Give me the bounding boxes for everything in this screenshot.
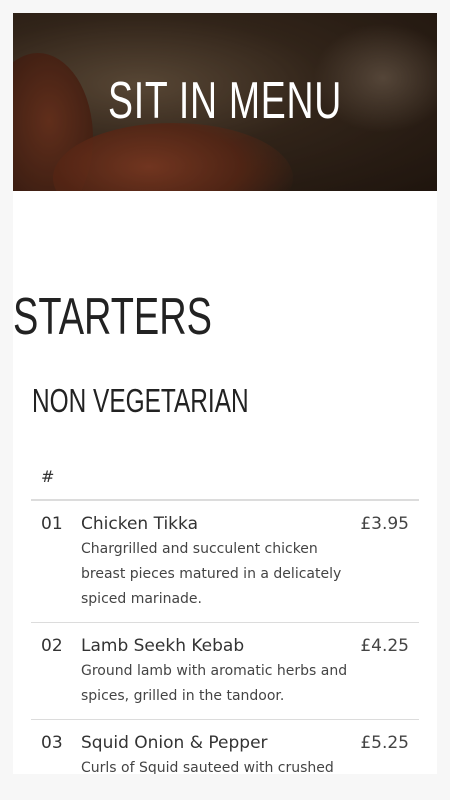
item-price: £4.25: [360, 636, 409, 656]
menu-page: SIT IN MENU STARTERS NON VEGETARIAN # 01…: [13, 13, 437, 774]
menu-table: # 01 Chicken Tikka Chargrilled and succu…: [31, 463, 419, 774]
item-info: Squid Onion & Pepper Curls of Squid saut…: [81, 720, 351, 774]
header-number-column: #: [41, 467, 55, 486]
item-number: 02: [41, 636, 63, 656]
item-price: £3.95: [360, 514, 409, 534]
item-info: Lamb Seekh Kebab Ground lamb with aromat…: [81, 623, 351, 719]
item-name: Chicken Tikka: [81, 514, 198, 534]
table-row: 02 Lamb Seekh Kebab Ground lamb with aro…: [31, 623, 419, 720]
item-description: Curls of Squid sauteed with crushed: [81, 760, 334, 774]
item-name: Lamb Seekh Kebab: [81, 636, 245, 656]
item-info: Chicken Tikka Chargrilled and succulent …: [81, 501, 351, 622]
item-description: Ground lamb with aromatic herbs and spic…: [81, 663, 348, 704]
table-row: 03 Squid Onion & Pepper Curls of Squid s…: [31, 720, 419, 774]
item-number: 01: [41, 514, 63, 534]
item-number: 03: [41, 733, 63, 753]
table-row: 01 Chicken Tikka Chargrilled and succule…: [31, 501, 419, 623]
section-title: STARTERS: [13, 288, 212, 346]
item-description: Chargrilled and succulent chicken breast…: [81, 541, 342, 607]
hero-banner: SIT IN MENU: [13, 13, 437, 191]
item-price: £5.25: [360, 733, 409, 753]
section-subtitle: NON VEGETARIAN: [32, 382, 249, 419]
hero-title: SIT IN MENU: [108, 72, 342, 130]
table-header: #: [31, 463, 419, 501]
item-name: Squid Onion & Pepper: [81, 733, 268, 753]
